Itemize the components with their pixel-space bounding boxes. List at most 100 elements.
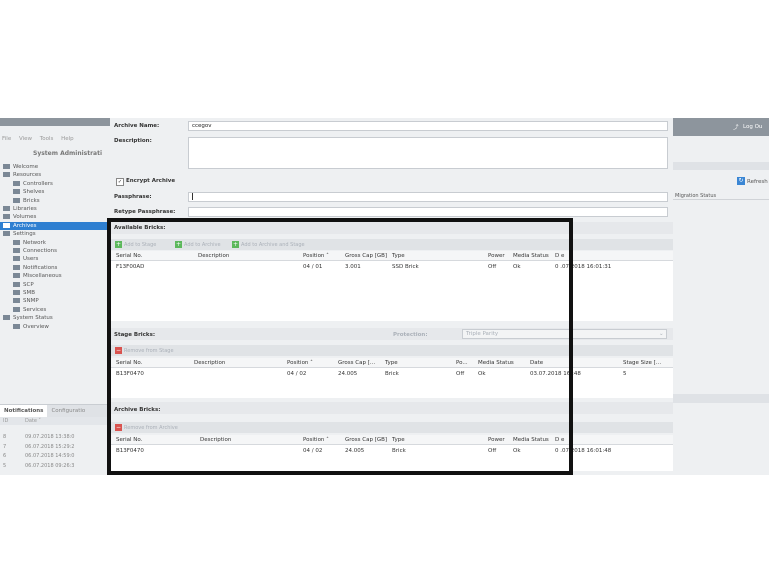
sidebar-item-label: Network: [23, 239, 46, 246]
sidebar-item-bricks[interactable]: Bricks: [0, 197, 40, 205]
encrypt-label: Encrypt Archive: [126, 178, 176, 184]
sidebar-item-label: SNMP: [23, 298, 39, 305]
divider: [673, 199, 769, 200]
tab-configuration[interactable]: Configuratio: [47, 405, 89, 414]
info-icon: [3, 315, 10, 321]
network-icon: [13, 239, 20, 245]
bottom-tabs: Notifications Configuratio: [0, 404, 110, 417]
notification-date: 09.07.2018 13:38:0: [25, 434, 75, 440]
sidebar-item-notifications[interactable]: Notifications: [0, 264, 57, 272]
sidebar-item-label: Miscellaneous: [23, 273, 62, 280]
brick-icon: [13, 197, 20, 203]
right-header-bar: ⤴ Log Ou: [673, 118, 769, 136]
archive-icon: [3, 222, 10, 228]
sidebar-item-network[interactable]: Network: [0, 239, 46, 247]
sidebar-item-services[interactable]: Services: [0, 306, 46, 314]
snmp-icon: [13, 298, 20, 304]
sidebar-item-label: Resources: [13, 172, 42, 179]
sidebar-item-overview[interactable]: Overview: [0, 323, 49, 331]
sidebar-item-label: Users: [23, 256, 39, 263]
notification-row[interactable]: 7 06.07.2018 15:29:2: [0, 444, 110, 452]
sidebar-item-connections[interactable]: Connections: [0, 247, 57, 255]
menu-help[interactable]: Help: [61, 136, 74, 142]
tab-notifications[interactable]: Notifications: [0, 405, 48, 417]
sidebar-item-welcome[interactable]: Welcome: [0, 163, 38, 171]
services-icon: [13, 306, 20, 312]
retype-passphrase-label: Retype Passphrase:: [114, 209, 176, 215]
notifications-header: ID Date ˅: [0, 417, 110, 425]
controller-icon: [13, 180, 20, 186]
sidebar-item-label: SMB: [23, 290, 36, 296]
sidebar-item-users[interactable]: Users: [0, 255, 38, 263]
encrypt-checkbox[interactable]: ✓: [116, 178, 124, 186]
right-band-bottom: [673, 394, 769, 403]
refresh-icon[interactable]: ↻: [737, 177, 745, 185]
sidebar-item-archives[interactable]: Archives: [0, 221, 110, 230]
star-icon: [13, 273, 20, 279]
description-input[interactable]: [188, 137, 668, 169]
retype-passphrase-input[interactable]: [188, 207, 668, 217]
shelf-icon: [13, 189, 20, 195]
sidebar-item-label: Connections: [23, 248, 57, 254]
scp-icon: [13, 281, 20, 287]
users-icon: [13, 256, 20, 262]
menu-view[interactable]: View: [19, 136, 32, 142]
right-band: [673, 162, 769, 170]
logout-icon[interactable]: ⤴: [733, 123, 739, 131]
sidebar-item-settings[interactable]: Settings: [0, 230, 36, 238]
sidebar-item-scp[interactable]: SCP: [0, 281, 34, 289]
sidebar-item-snmp[interactable]: SNMP: [0, 297, 39, 305]
notification-row[interactable]: 8 09.07.2018 13:38:0: [0, 434, 110, 442]
settings-icon: [3, 231, 10, 237]
col-id[interactable]: ID: [3, 418, 8, 424]
sidebar-item-label: Services: [23, 306, 47, 313]
sidebar-item-system-status[interactable]: System Status: [0, 314, 53, 322]
col-stage-size[interactable]: Stage Size [...: [623, 360, 661, 366]
notification-date: 06.07.2018 09:26:3: [25, 463, 75, 469]
sidebar-item-label: Libraries: [13, 206, 37, 212]
notification-id: 6: [3, 453, 7, 459]
passphrase-input[interactable]: [188, 192, 668, 202]
sidebar-item-label: Notifications: [23, 264, 58, 271]
highlight-box: [107, 218, 573, 475]
sidebar-item-volumes[interactable]: Volumes: [0, 213, 36, 221]
notification-row[interactable]: 5 06.07.2018 09:26:3: [0, 463, 110, 471]
logout-link[interactable]: Log Ou: [743, 124, 762, 130]
sidebar-item-label: System Status: [13, 315, 53, 322]
sidebar-item-label: Overview: [23, 323, 49, 330]
chevron-down-icon[interactable]: ⌄: [659, 331, 664, 337]
notification-date: 06.07.2018 14:59:0: [25, 453, 75, 459]
menu-file[interactable]: File: [2, 136, 11, 142]
welcome-icon: [3, 164, 10, 169]
notification-id: 8: [3, 434, 7, 440]
archive-name-input[interactable]: ccegov: [188, 121, 668, 131]
right-panel: ⤴ Log Ou ↻ Refresh Migration Status: [673, 118, 769, 475]
sidebar-header-bar: [0, 118, 110, 126]
sidebar-item-libraries[interactable]: Libraries: [0, 205, 37, 213]
sidebar-item-shelves[interactable]: Shelves: [0, 188, 44, 196]
sidebar-item-miscellaneous[interactable]: Miscellaneous: [0, 272, 62, 280]
sidebar-item-label: Controllers: [23, 180, 53, 187]
text-cursor: [192, 193, 193, 200]
library-icon: [3, 206, 10, 211]
sidebar-item-resources[interactable]: Resources: [0, 171, 41, 179]
sidebar-item-smb[interactable]: SMB: [0, 289, 35, 297]
menu-tools[interactable]: Tools: [40, 136, 54, 142]
connections-icon: [13, 248, 20, 253]
cell-stage-size: 5: [623, 371, 627, 377]
description-label: Description:: [114, 138, 152, 144]
sidebar-item-label: Bricks: [23, 197, 40, 204]
passphrase-label: Passphrase:: [114, 194, 152, 200]
sidebar-item-label: Settings: [13, 231, 36, 238]
sidebar-item-label: SCP: [23, 281, 34, 288]
sidebar-item-label: Welcome: [13, 164, 39, 170]
menu-bar: File View Tools Help: [2, 136, 80, 142]
sidebar-item-controllers[interactable]: Controllers: [0, 180, 53, 188]
refresh-button[interactable]: Refresh: [747, 179, 768, 185]
app-title: System Administrati: [33, 150, 103, 157]
archive-name-label: Archive Name:: [114, 123, 160, 129]
col-date[interactable]: Date ˅: [25, 418, 41, 424]
notification-row[interactable]: 6 06.07.2018 14:59:0: [0, 453, 110, 461]
volume-icon: [3, 214, 10, 220]
bell-icon: [13, 264, 20, 270]
